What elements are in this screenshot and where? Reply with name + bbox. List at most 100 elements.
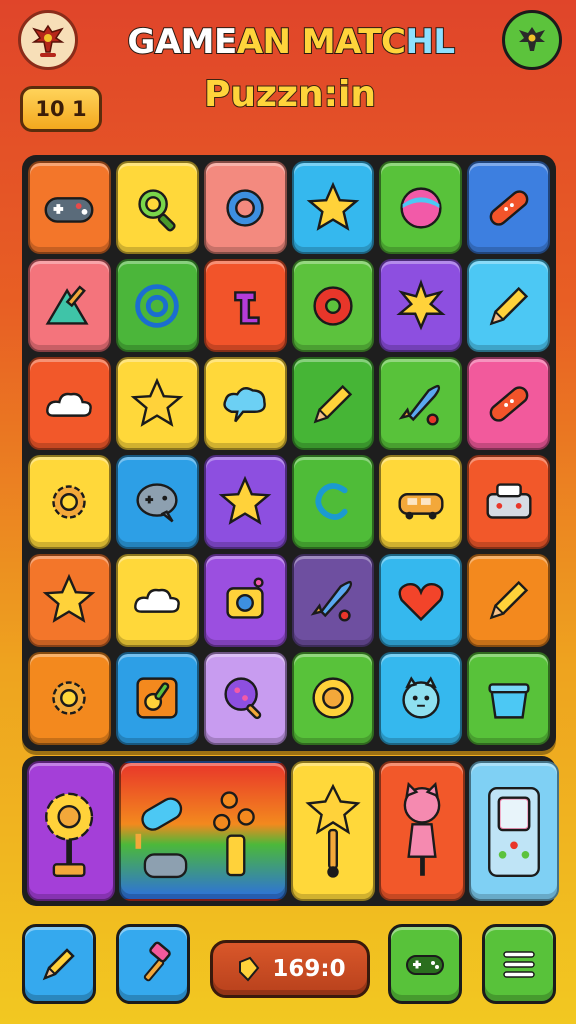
board-tile[interactable] — [203, 651, 287, 745]
board-tile[interactable] — [467, 651, 550, 745]
board-tile[interactable] — [291, 553, 375, 647]
camera-icon — [226, 577, 264, 619]
lollipop-icon — [224, 677, 262, 720]
hammer-tool-button[interactable] — [116, 924, 190, 1004]
handheld-console-icon — [488, 786, 540, 877]
star-icon — [218, 475, 272, 525]
star-icon — [43, 573, 96, 624]
pencil-icon — [489, 286, 528, 326]
bandage-icon — [489, 189, 528, 226]
piece-tray — [22, 756, 559, 906]
letter-t-icon — [234, 290, 260, 325]
board-tile[interactable] — [28, 357, 111, 451]
board-tile[interactable] — [28, 553, 111, 647]
ball-icon — [400, 186, 442, 229]
heart-icon — [398, 583, 444, 622]
tray-piece[interactable] — [119, 761, 287, 901]
target-icon — [312, 677, 354, 719]
board-tile[interactable] — [291, 259, 375, 353]
board-tile[interactable] — [291, 357, 375, 451]
puzzle-board — [22, 155, 556, 751]
gamepad-icon — [406, 955, 444, 975]
board-tile[interactable] — [28, 651, 111, 745]
board-tile[interactable] — [115, 259, 199, 353]
cloud-icon — [134, 589, 181, 614]
level-badge: 10 1 — [20, 86, 102, 132]
board-tile[interactable] — [467, 259, 550, 353]
star-icon — [306, 181, 360, 231]
board-tile[interactable] — [379, 455, 463, 549]
donut-icon — [313, 286, 353, 326]
pencil-icon — [489, 581, 528, 620]
board-tile[interactable] — [379, 161, 463, 255]
board-tile[interactable] — [467, 357, 550, 451]
car-icon — [398, 493, 444, 520]
at-swirl-icon — [135, 283, 180, 328]
board-tile[interactable] — [203, 161, 287, 255]
hammer-icon — [143, 941, 171, 982]
game-subtitle: Puzzn:in — [203, 73, 377, 116]
pencil-tool-button[interactable] — [22, 924, 96, 1004]
board-tile[interactable] — [467, 161, 550, 255]
board-tile[interactable] — [28, 259, 111, 353]
gamepad-icon — [44, 196, 94, 223]
board-tile[interactable] — [115, 455, 199, 549]
board-tile[interactable] — [203, 553, 287, 647]
gear-icon — [52, 681, 87, 716]
pencil-icon — [313, 384, 353, 424]
board-tile[interactable] — [379, 553, 463, 647]
bandage-icon — [489, 386, 528, 422]
title-part-3: HL — [404, 21, 456, 63]
board-tile[interactable] — [203, 357, 287, 451]
cloud-icon — [46, 392, 93, 417]
board-tile[interactable] — [379, 259, 463, 353]
rocket-icon — [310, 581, 353, 622]
board-tile[interactable] — [291, 651, 375, 745]
rocket-icon — [398, 384, 440, 426]
swirl-c-icon — [315, 483, 348, 520]
right-emblem-button[interactable] — [502, 10, 562, 70]
title-part-1: GAME — [126, 21, 238, 63]
title-part-2: AN MATC — [236, 21, 407, 63]
sunflower-icon — [45, 792, 94, 877]
tray-piece[interactable] — [379, 761, 465, 901]
menu-icon — [503, 951, 535, 978]
board-tile[interactable] — [291, 161, 375, 255]
menu-button[interactable] — [482, 924, 556, 1004]
board-tile[interactable] — [467, 553, 550, 647]
star-wand-icon — [305, 783, 361, 878]
gear-icon — [52, 485, 87, 519]
pencil-icon — [42, 948, 75, 981]
console-icon — [486, 483, 532, 519]
board-tile[interactable] — [467, 455, 550, 549]
tray-piece[interactable] — [469, 761, 559, 901]
board-tile[interactable] — [115, 161, 199, 255]
coin-icon — [239, 956, 260, 982]
eagle-emblem-icon — [519, 27, 545, 51]
board-tile[interactable] — [203, 455, 287, 549]
game-title: GAMEAN MATCHL — [96, 21, 486, 63]
speech-cloud-icon — [223, 386, 266, 423]
spoon-icon — [136, 677, 178, 719]
score-display: 169:0 — [210, 940, 370, 998]
tray-piece[interactable] — [27, 761, 115, 901]
basket-icon — [487, 683, 530, 719]
gamepad-bubble-icon — [136, 483, 178, 523]
tray-piece[interactable] — [291, 761, 375, 901]
board-tile[interactable] — [379, 357, 463, 451]
board-tile[interactable] — [28, 455, 111, 549]
board-tile[interactable] — [28, 161, 111, 255]
board-tile[interactable] — [115, 357, 199, 451]
board-tile[interactable] — [115, 651, 199, 745]
eagle-emblem-icon — [31, 24, 65, 57]
board-tile[interactable] — [115, 553, 199, 647]
board-tile[interactable] — [203, 259, 287, 353]
gamepad-button[interactable] — [388, 924, 462, 1004]
burst-star-icon — [396, 278, 446, 331]
popsicle-bouquet-icon — [135, 791, 255, 879]
magnifier-icon — [138, 188, 176, 232]
cat-pin-icon — [403, 781, 441, 876]
star-icon — [130, 377, 184, 427]
board-tile[interactable] — [379, 651, 463, 745]
board-tile[interactable] — [291, 455, 375, 549]
